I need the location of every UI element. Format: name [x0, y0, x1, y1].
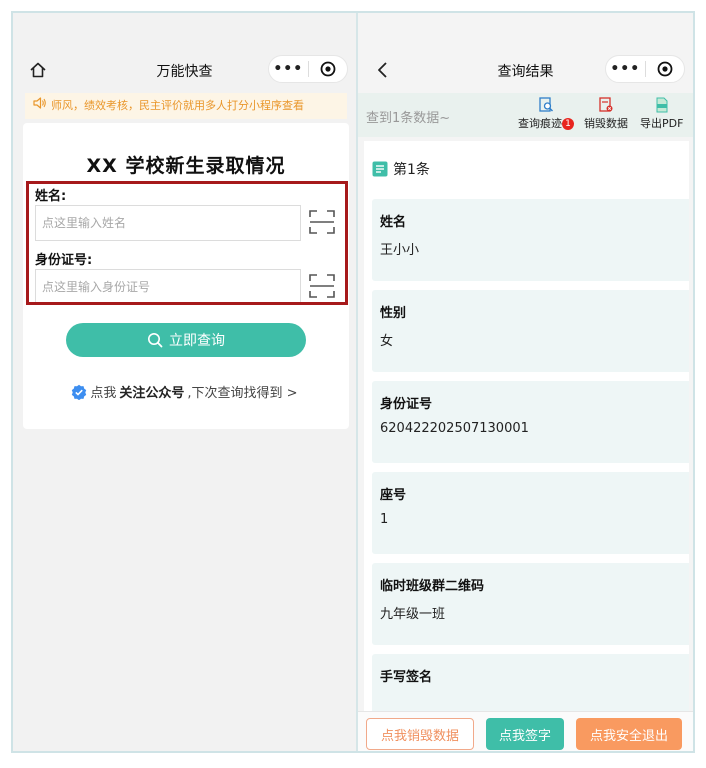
- follow-prefix: 点我: [90, 386, 117, 401]
- more-menu-button[interactable]: •••: [269, 56, 308, 82]
- mini-program-capsule: •••: [268, 55, 348, 83]
- query-button-label: 立即查询: [169, 333, 225, 349]
- notice-bar[interactable]: 师风，绩效考核，民主评价就用多人打分小程序查看: [25, 93, 347, 119]
- pdf-file-icon: [656, 97, 668, 113]
- field-seat-number: 座号 1: [372, 472, 689, 554]
- field-name: 姓名 王小小: [372, 199, 689, 281]
- field-label: 性别: [380, 306, 407, 321]
- result-card: 第1条 姓名 王小小 性别 女 身份证号 620422202507130001 …: [364, 141, 689, 721]
- close-target-icon[interactable]: [646, 61, 685, 77]
- field-value: 女: [380, 334, 394, 349]
- field-label: 姓名: [380, 215, 407, 230]
- verified-badge-icon: [72, 384, 87, 400]
- highlight-box: [26, 181, 348, 305]
- form-title: XX 学校新生录取情况: [86, 155, 286, 177]
- query-screen: 万能快查 ••• 师风，绩效考核，民主评价就用多人打分小程序查看 XX 学校新生…: [13, 13, 356, 751]
- query-button[interactable]: 立即查询: [66, 323, 306, 357]
- trace-count-badge: 1: [562, 118, 574, 130]
- follow-link[interactable]: 点我 关注公众号 ,下次查询找得到 >: [13, 382, 356, 401]
- bottom-action-bar: 点我销毁数据 点我签字 点我安全退出: [358, 711, 693, 751]
- speaker-icon: [33, 93, 47, 119]
- notice-text: 师风，绩效考核，民主评价就用多人打分小程序查看: [51, 99, 304, 112]
- field-label: 座号: [380, 488, 407, 503]
- result-screen: 查询结果 ••• 查到1条数据~ 查询痕迹 1 销毁数据 导出PDF 第1条 姓…: [358, 13, 693, 751]
- field-gender: 性别 女: [372, 290, 689, 372]
- left-navbar: 万能快查 •••: [13, 53, 356, 89]
- export-pdf-tool[interactable]: 导出PDF: [640, 97, 683, 131]
- field-class-group-qr: 临时班级群二维码 九年级一班: [372, 563, 689, 645]
- search-icon: [148, 333, 163, 348]
- follow-suffix: ,下次查询找得到 >: [187, 386, 298, 401]
- right-navbar: 查询结果 •••: [358, 53, 693, 89]
- field-label: 手写签名: [380, 670, 433, 685]
- field-value: 王小小: [380, 243, 420, 258]
- destroy-data-button[interactable]: 点我销毁数据: [366, 718, 474, 750]
- mini-program-capsule: •••: [605, 55, 685, 83]
- close-target-icon[interactable]: [309, 61, 348, 77]
- field-label: 身份证号: [380, 397, 433, 412]
- delete-document-icon: [599, 97, 613, 112]
- field-value: 620422202507130001: [380, 421, 529, 436]
- query-trace-button[interactable]: 查询痕迹 1: [518, 97, 574, 131]
- more-menu-button[interactable]: •••: [606, 56, 645, 82]
- safe-exit-button[interactable]: 点我安全退出: [576, 718, 682, 750]
- record-header: 第1条: [372, 159, 430, 179]
- record-title: 第1条: [393, 162, 430, 178]
- export-pdf-label: 导出PDF: [640, 117, 684, 130]
- destroy-data-label: 销毁数据: [584, 117, 628, 130]
- query-trace-label: 查询痕迹: [518, 117, 562, 130]
- result-count: 查到1条数据~: [366, 111, 451, 126]
- field-id-number: 身份证号 620422202507130001: [372, 381, 689, 463]
- result-toolbar: 查到1条数据~ 查询痕迹 1 销毁数据 导出PDF: [358, 93, 693, 137]
- sign-button[interactable]: 点我签字: [486, 718, 564, 750]
- field-value: 1: [380, 512, 389, 527]
- field-value: 九年级一班: [380, 607, 446, 622]
- list-icon: [372, 161, 388, 177]
- destroy-data-tool[interactable]: 销毁数据: [584, 97, 628, 131]
- search-document-icon: [539, 97, 553, 112]
- field-label: 临时班级群二维码: [380, 579, 485, 594]
- phone-frame: 万能快查 ••• 师风，绩效考核，民主评价就用多人打分小程序查看 XX 学校新生…: [11, 11, 695, 753]
- follow-bold: 关注公众号: [119, 386, 185, 401]
